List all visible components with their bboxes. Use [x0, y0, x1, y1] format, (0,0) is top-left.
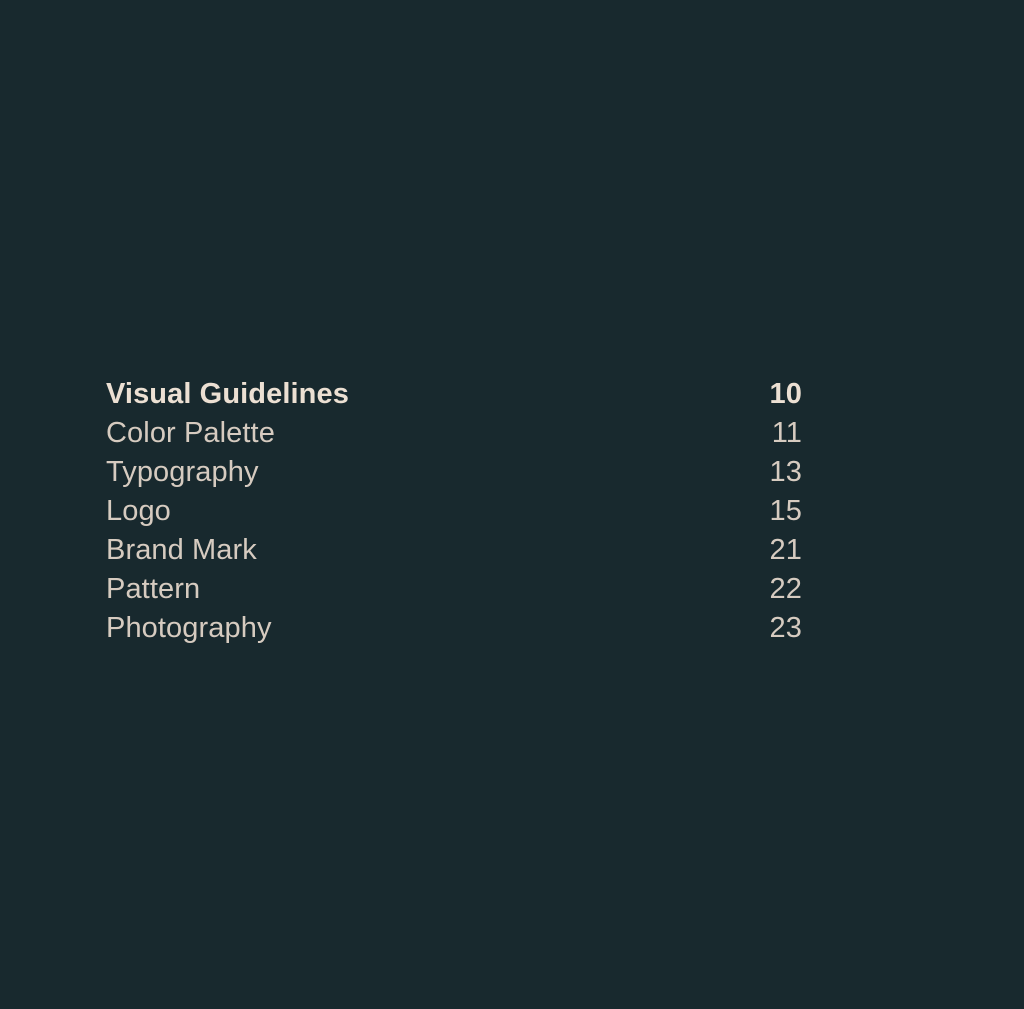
toc-entry-page-number: 15 [769, 495, 802, 527]
toc-entry-row[interactable]: Typography 13 [106, 453, 802, 492]
toc-entry-page-number: 13 [769, 456, 802, 488]
toc-entry-row[interactable]: Logo 15 [106, 492, 802, 531]
toc-entry-page-number: 10 [769, 378, 802, 410]
toc-entry-page-number: 11 [771, 417, 802, 449]
toc-entry-label: Brand Mark [106, 534, 257, 566]
toc-entry-page-number: 23 [769, 612, 802, 644]
toc-section-row[interactable]: Visual Guidelines 10 [106, 375, 802, 414]
toc-entry-label: Visual Guidelines [106, 378, 349, 410]
toc-entry-label: Color Palette [106, 417, 275, 449]
table-of-contents: Visual Guidelines 10 Color Palette 11 Typogr… [106, 375, 802, 648]
toc-entry-label: Photography [106, 612, 272, 644]
toc-entry-row[interactable]: Brand Mark 21 [106, 531, 802, 570]
toc-entry-page-number: 21 [769, 534, 802, 566]
toc-page: Visual Guidelines 10 Color Palette 11 Typogr… [0, 0, 1024, 1009]
toc-entry-label: Pattern [106, 573, 201, 605]
toc-entry-page-number: 22 [769, 573, 802, 605]
toc-entry-label: Typography [106, 456, 259, 488]
toc-entry-label: Logo [106, 495, 171, 527]
toc-entry-row[interactable]: Photography 23 [106, 609, 802, 648]
toc-entry-row[interactable]: Pattern 22 [106, 570, 802, 609]
toc-entry-row[interactable]: Color Palette 11 [106, 414, 802, 453]
